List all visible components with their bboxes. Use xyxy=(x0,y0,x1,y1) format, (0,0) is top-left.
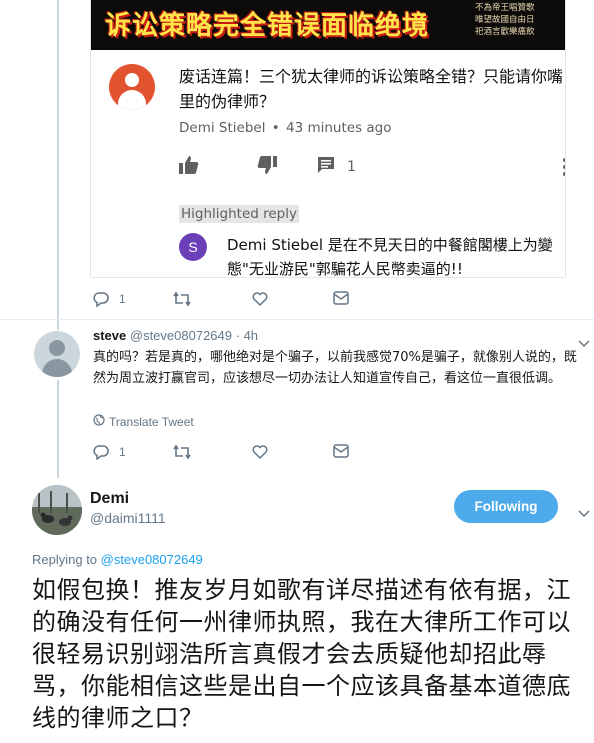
separator: · xyxy=(235,328,240,343)
like-button[interactable] xyxy=(252,291,268,307)
commenter-avatar xyxy=(109,64,155,110)
banner-side-line: 唯望故國自由日 xyxy=(475,15,535,25)
user-handle[interactable]: @steve08072649 xyxy=(130,328,232,343)
thumbs-down-icon xyxy=(257,156,277,178)
embedded-image-youtube-comment[interactable]: 诉讼策略完全错误面临绝境 不為帝王唱贊歌 唯望故國自由日 祀酒言歡樂痛飲 废话连… xyxy=(90,0,566,278)
comment-actions: 1 xyxy=(179,156,565,180)
banner-side-text: 不為帝王唱贊歌 唯望故國自由日 祀酒言歡樂痛飲 xyxy=(475,2,561,38)
heart-icon xyxy=(252,444,268,460)
reply-count-button[interactable]: 1 xyxy=(317,156,356,178)
retweet-button[interactable] xyxy=(173,444,191,460)
avatar[interactable] xyxy=(32,485,82,535)
user-handle[interactable]: @daimi1111 xyxy=(90,510,166,526)
retweet-icon xyxy=(173,291,191,307)
envelope-icon xyxy=(333,444,349,458)
reply-avatar: S xyxy=(179,233,207,261)
retweet-icon xyxy=(173,444,191,460)
user-name[interactable]: Demi xyxy=(90,490,129,508)
highlighted-reply-label: Highlighted reply xyxy=(179,205,299,223)
tweet-action-bar: 1 xyxy=(93,291,363,311)
like-button[interactable] xyxy=(252,444,268,460)
replying-handle-link[interactable]: @steve08072649 xyxy=(101,552,203,567)
more-options-icon[interactable] xyxy=(563,158,565,178)
thumbs-up-icon xyxy=(179,156,199,178)
tweet-time[interactable]: 4h xyxy=(244,328,258,343)
comment-author: Demi Stiebel xyxy=(179,120,266,136)
thread-connector-line xyxy=(57,380,59,478)
heart-icon xyxy=(252,291,268,307)
thread-connector-line xyxy=(57,0,59,330)
envelope-icon xyxy=(333,291,349,305)
direct-message-button[interactable] xyxy=(333,291,349,305)
following-button[interactable]: Following xyxy=(454,490,558,523)
reply-button[interactable]: 1 xyxy=(93,444,126,460)
banner-title: 诉讼策略完全错误面临绝境 xyxy=(105,11,430,41)
chevron-down-icon[interactable] xyxy=(578,503,592,518)
reply-text: Demi Stiebel 是在不見天日的中餐館閣樓上为變態"无业游民"郭騙花人民… xyxy=(227,236,553,278)
tweet-action-bar: 1 xyxy=(93,444,363,464)
translate-tweet-link[interactable]: Translate Tweet xyxy=(93,414,194,429)
comment-text: 废话连篇！三个犹太律师的诉讼策略全错？只能请你嘴里的伪律师？ xyxy=(179,67,564,111)
like-button[interactable] xyxy=(179,156,199,178)
tweet-text: 如假包换！推友岁月如歌有详尽描述有依有据，江的确没有任何一州律师执照，我在大律所… xyxy=(32,576,571,732)
retweet-button[interactable] xyxy=(173,291,191,307)
comment-bubble-icon xyxy=(317,156,335,178)
reply-count: 1 xyxy=(119,445,126,459)
avatar[interactable] xyxy=(34,331,80,377)
direct-message-button[interactable] xyxy=(333,444,349,458)
banner-side-line: 不為帝王唱贊歌 xyxy=(475,3,535,13)
replying-prefix: Replying to xyxy=(32,552,98,567)
reply-count: 1 xyxy=(119,292,126,306)
tweet-header: steve @steve08072649 · 4h xyxy=(93,328,258,343)
tweet-divider xyxy=(0,319,594,320)
replying-to: Replying to @steve08072649 xyxy=(32,552,203,567)
reply-count: 1 xyxy=(347,159,356,175)
globe-icon xyxy=(93,414,109,429)
comment-time: 43 minutes ago xyxy=(286,120,392,136)
video-banner: 诉讼策略完全错误面临绝境 不為帝王唱贊歌 唯望故國自由日 祀酒言歡樂痛飲 xyxy=(91,0,565,50)
dislike-button[interactable] xyxy=(257,156,277,178)
reply-button[interactable]: 1 xyxy=(93,291,126,307)
comment-meta: Demi Stiebel • 43 minutes ago xyxy=(179,120,392,136)
translate-label: Translate Tweet xyxy=(109,414,194,429)
user-name[interactable]: steve xyxy=(93,328,126,343)
reply-icon xyxy=(93,444,109,460)
tweet-text: 真的吗？若是真的，哪他绝对是个骗子，以前我感觉70%是骗子，就像别人说的，既然为… xyxy=(93,350,577,386)
reply-icon xyxy=(93,291,109,307)
chevron-down-icon[interactable] xyxy=(578,333,592,348)
banner-side-line: 祀酒言歡樂痛飲 xyxy=(475,27,535,37)
